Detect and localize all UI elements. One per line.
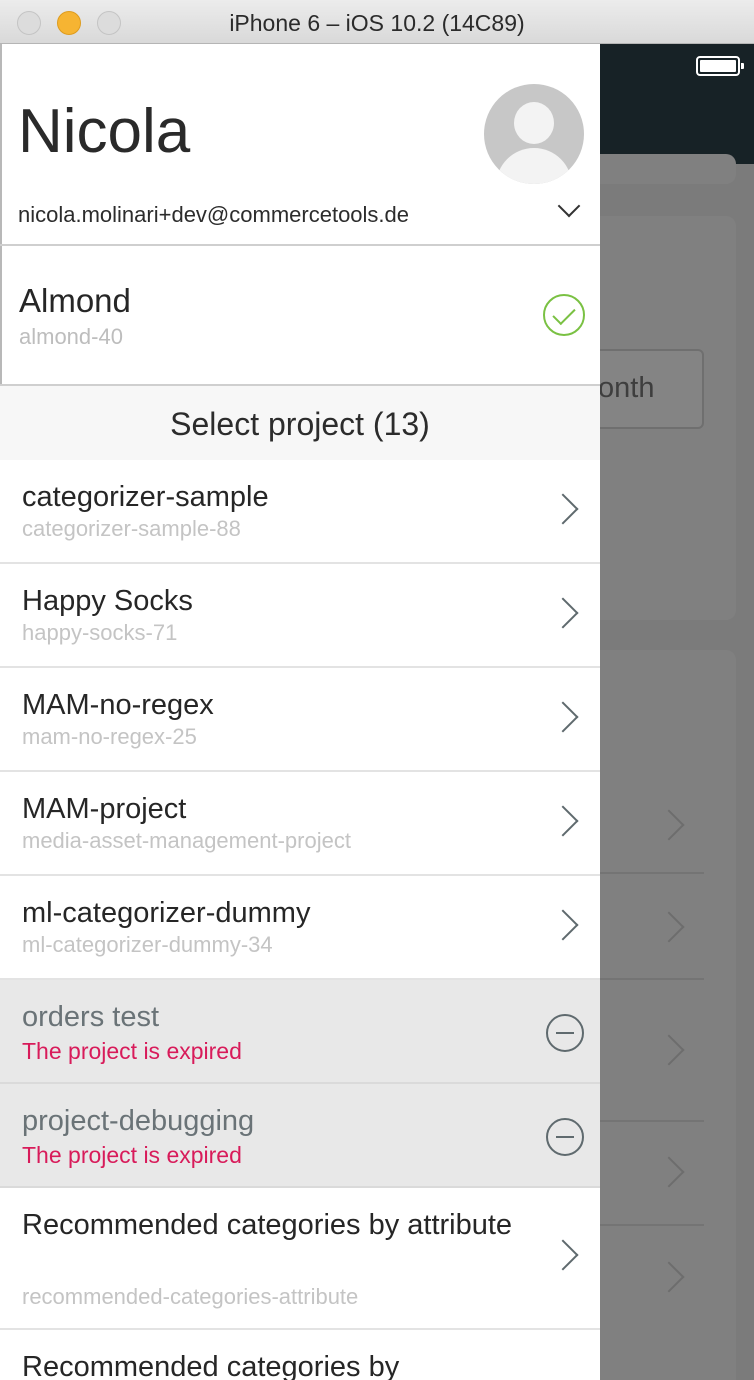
chevron-right-icon <box>547 597 579 629</box>
project-row-expired: orders test The project is expired <box>0 980 600 1084</box>
project-name: orders test <box>22 1001 159 1033</box>
select-project-title: Select project (13) <box>170 406 430 442</box>
avatar-icon[interactable] <box>484 84 584 184</box>
background-month-label: onth <box>598 372 655 404</box>
project-name: Recommended categories by attribute <box>22 1209 513 1241</box>
chevron-down-icon[interactable] <box>557 194 581 218</box>
project-name: Happy Socks <box>22 585 193 617</box>
background-divider <box>600 872 704 874</box>
chevron-right-icon <box>547 805 579 837</box>
current-project-key: almond-40 <box>19 324 123 349</box>
background-divider <box>600 978 704 980</box>
project-list: categorizer-sample categorizer-sample-88… <box>0 460 600 1380</box>
project-row[interactable]: Happy Socks happy-socks-71 <box>0 564 600 668</box>
project-name: MAM-project <box>22 793 187 825</box>
window-title: iPhone 6 – iOS 10.2 (14C89) <box>229 10 525 36</box>
project-row[interactable]: MAM-no-regex mam-no-regex-25 <box>0 668 600 772</box>
project-key: media-asset-management-project <box>22 828 351 853</box>
project-key: happy-socks-71 <box>22 620 178 645</box>
simulator-titlebar: iPhone 6 – iOS 10.2 (14C89) <box>0 0 754 44</box>
project-row[interactable]: categorizer-sample categorizer-sample-88 <box>0 460 600 564</box>
chevron-right-icon <box>547 909 579 941</box>
minus-circle-icon <box>546 1014 584 1052</box>
chevron-right-icon <box>547 701 579 733</box>
project-key: ml-categorizer-dummy-34 <box>22 932 273 957</box>
project-name: ml-categorizer-dummy <box>22 897 311 929</box>
avatar-head <box>514 102 554 144</box>
user-name: Nicola <box>18 97 191 166</box>
project-name: MAM-no-regex <box>22 689 214 721</box>
select-project-header: Select project (13) <box>0 384 600 460</box>
project-drawer: Nicola nicola.molinari+dev@commercetools… <box>0 44 600 1380</box>
divider <box>0 244 600 246</box>
chevron-right-icon <box>547 493 579 525</box>
project-row[interactable]: MAM-project media-asset-management-proje… <box>0 772 600 876</box>
expired-notice: The project is expired <box>22 1142 242 1168</box>
background-divider <box>600 1120 704 1122</box>
battery-icon <box>696 56 744 76</box>
project-row[interactable]: Recommended categories by <box>0 1330 600 1380</box>
project-name: project-debugging <box>22 1105 255 1137</box>
project-name: Recommended categories by <box>22 1351 400 1380</box>
background-divider <box>600 1224 704 1226</box>
avatar-body <box>496 148 572 184</box>
project-row[interactable]: ml-categorizer-dummy ml-categorizer-dumm… <box>0 876 600 980</box>
user-email[interactable]: nicola.molinari+dev@commercetools.de <box>18 202 409 228</box>
project-key: mam-no-regex-25 <box>22 724 197 749</box>
chevron-right-icon <box>547 1239 579 1271</box>
project-name: categorizer-sample <box>22 481 269 513</box>
project-key: categorizer-sample-88 <box>22 516 241 541</box>
expired-notice: The project is expired <box>22 1038 242 1064</box>
project-row[interactable]: Recommended categories by attribute reco… <box>0 1188 600 1330</box>
minus-circle-icon <box>546 1118 584 1156</box>
project-row-expired: project-debugging The project is expired <box>0 1084 600 1188</box>
project-key: recommended-categories-attribute <box>22 1284 359 1309</box>
simulator-screen: onth Nicola nicola.molinari+dev@commerce… <box>0 44 754 1380</box>
checkmark-icon <box>543 294 585 336</box>
current-project-name: Almond <box>19 282 131 319</box>
